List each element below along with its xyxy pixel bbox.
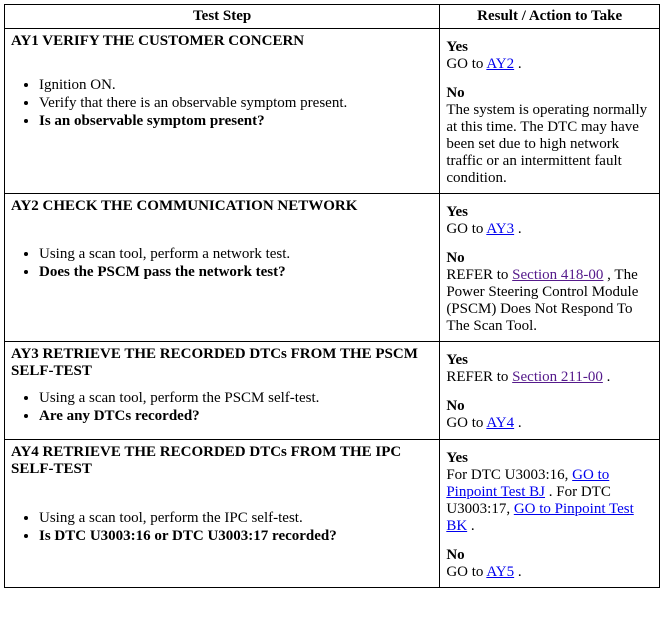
step-item: Using a scan tool, perform the IPC self-… bbox=[39, 510, 433, 527]
step-body: Ignition ON.Verify that there is an obse… bbox=[5, 71, 440, 194]
yes-label: Yes bbox=[446, 450, 653, 467]
step-item: Are any DTCs recorded? bbox=[39, 408, 433, 425]
yes-action: GO to AY2 . bbox=[446, 56, 653, 73]
step-item: Is an observable symptom present? bbox=[39, 113, 433, 130]
no-label: No bbox=[446, 547, 653, 564]
yes-action: GO to AY3 . bbox=[446, 221, 653, 238]
step-list: Using a scan tool, perform the IPC self-… bbox=[11, 510, 433, 545]
step-body: Using a scan tool, perform the IPC self-… bbox=[5, 504, 440, 588]
step-title: AY4 RETRIEVE THE RECORDED DTCs FROM THE … bbox=[5, 440, 440, 504]
yes-label: Yes bbox=[446, 352, 653, 369]
result-cell: YesFor DTC U3003:16, GO to Pinpoint Test… bbox=[440, 440, 660, 588]
step-item: Ignition ON. bbox=[39, 77, 433, 94]
step-list: Ignition ON.Verify that there is an obse… bbox=[11, 77, 433, 130]
result-cell: YesGO to AY2 . NoThe system is operating … bbox=[440, 29, 660, 194]
header-test-step: Test Step bbox=[5, 5, 440, 29]
no-action: GO to AY5 . bbox=[446, 564, 653, 581]
step-title: AY1 VERIFY THE CUSTOMER CONCERN bbox=[5, 29, 440, 72]
link[interactable]: AY4 bbox=[486, 415, 514, 431]
link[interactable]: GO to Pinpoint Test BJ bbox=[446, 467, 609, 500]
step-item: Verify that there is an observable sympt… bbox=[39, 95, 433, 112]
result-cell: YesREFER to Section 211-00 . NoGO to AY4 … bbox=[440, 342, 660, 440]
step-body: Using a scan tool, perform a network tes… bbox=[5, 240, 440, 341]
step-item: Using a scan tool, perform the PSCM self… bbox=[39, 390, 433, 407]
diagnostic-table: Test Step Result / Action to Take AY1 VE… bbox=[4, 4, 660, 588]
step-item: Is DTC U3003:16 or DTC U3003:17 recorded… bbox=[39, 528, 433, 545]
no-label: No bbox=[446, 250, 653, 267]
result-cell: YesGO to AY3 . NoREFER to Section 418-00 … bbox=[440, 194, 660, 342]
step-list: Using a scan tool, perform a network tes… bbox=[11, 246, 433, 281]
link[interactable]: Section 211-00 bbox=[512, 369, 603, 385]
yes-action: For DTC U3003:16, GO to Pinpoint Test BJ… bbox=[446, 467, 653, 535]
step-title: AY3 RETRIEVE THE RECORDED DTCs FROM THE … bbox=[5, 342, 440, 385]
yes-label: Yes bbox=[446, 39, 653, 56]
link[interactable]: AY5 bbox=[486, 564, 514, 580]
yes-label: Yes bbox=[446, 204, 653, 221]
step-item: Using a scan tool, perform a network tes… bbox=[39, 246, 433, 263]
step-item: Does the PSCM pass the network test? bbox=[39, 264, 433, 281]
no-label: No bbox=[446, 398, 653, 415]
header-result: Result / Action to Take bbox=[440, 5, 660, 29]
no-action: GO to AY4 . bbox=[446, 415, 653, 432]
yes-action: REFER to Section 211-00 . bbox=[446, 369, 653, 386]
link[interactable]: AY2 bbox=[486, 56, 514, 72]
no-label: No bbox=[446, 85, 653, 102]
step-title: AY2 CHECK THE COMMUNICATION NETWORK bbox=[5, 194, 440, 241]
no-action: REFER to Section 418-00 , The Power Stee… bbox=[446, 267, 653, 335]
link[interactable]: GO to Pinpoint Test BK bbox=[446, 501, 633, 534]
step-body: Using a scan tool, perform the PSCM self… bbox=[5, 384, 440, 440]
link[interactable]: AY3 bbox=[486, 221, 514, 237]
no-action: The system is operating normally at this… bbox=[446, 102, 653, 187]
step-list: Using a scan tool, perform the PSCM self… bbox=[11, 390, 433, 425]
link[interactable]: Section 418-00 bbox=[512, 267, 603, 283]
